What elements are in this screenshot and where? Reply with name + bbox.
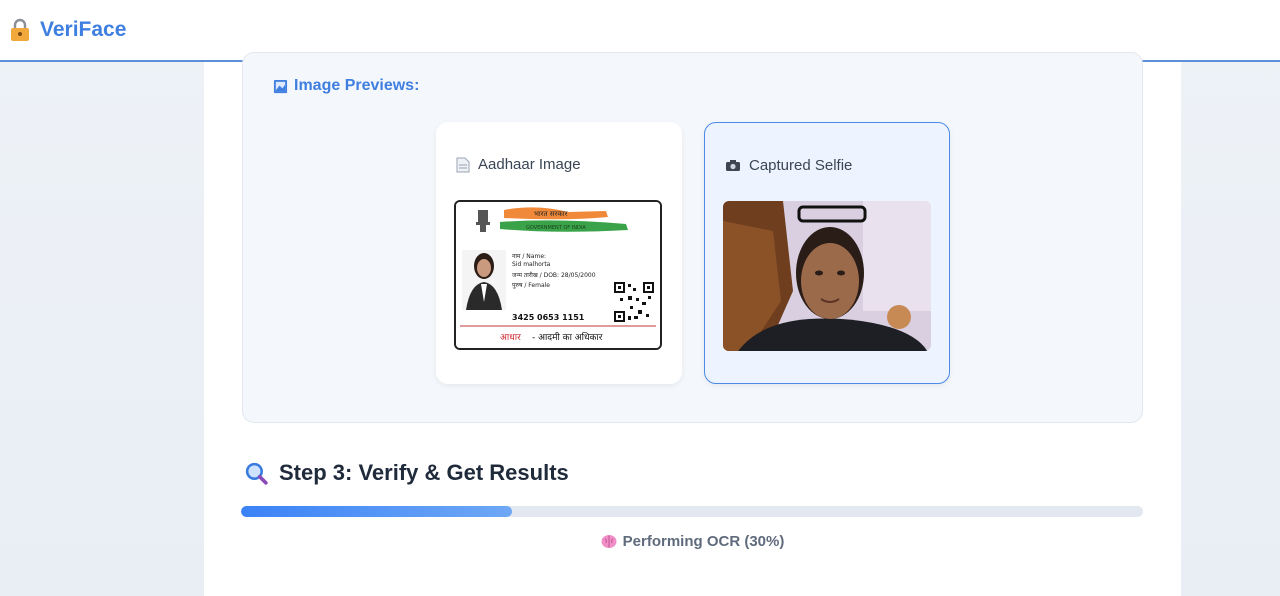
selfie-label: Captured Selfie xyxy=(725,157,852,174)
app-title: VeriFace xyxy=(40,18,127,41)
image-previews-title: Image Previews: xyxy=(294,77,420,94)
aadhaar-gov-line: GOVERNMENT OF INDIA xyxy=(526,225,586,231)
image-previews-heading: Image Previews: xyxy=(273,77,419,95)
selfie-image[interactable] xyxy=(723,201,931,351)
image-previews-panel: Image Previews: Aadhaar Image भारत सरकार… xyxy=(242,52,1143,423)
aadhaar-dob-line: जन्म तारीख / DOB: 28/05/2000 xyxy=(512,271,596,279)
ocr-status-text: Performing OCR (30%) xyxy=(622,533,785,550)
image-icon xyxy=(273,79,288,93)
aadhaar-footer-black: - आदमी का अधिकार xyxy=(532,331,603,343)
main-card: Image Previews: Aadhaar Image भारत सरकार… xyxy=(204,52,1181,596)
aadhaar-footer-red: आधार xyxy=(500,333,521,343)
aadhaar-hindi-header: भारत सरकार xyxy=(534,210,568,218)
document-icon xyxy=(456,157,470,172)
selfie-label-text: Captured Selfie xyxy=(749,157,853,174)
ocr-progress-fill xyxy=(241,506,512,517)
aadhaar-photo xyxy=(462,250,506,310)
aadhaar-card-image[interactable]: भारत सरकार GOVERNMENT OF INDIA नाम / Nam… xyxy=(454,200,662,350)
aadhaar-name-value: Sid malhorta xyxy=(512,261,551,268)
step3-title: Step 3: Verify & Get Results xyxy=(279,460,569,485)
aadhaar-preview-card: Aadhaar Image भारत सरकार GOVERNMENT OF I… xyxy=(436,122,682,384)
step3-heading: Step 3: Verify & Get Results xyxy=(244,460,569,486)
ocr-status: Performing OCR (30%) xyxy=(204,533,1181,550)
aadhaar-label: Aadhaar Image xyxy=(456,156,581,173)
magnifier-icon xyxy=(245,462,268,485)
lock-icon xyxy=(11,18,29,41)
aadhaar-gender-line: पुरुष / Female xyxy=(512,282,550,289)
ocr-progress-bar xyxy=(241,506,1143,517)
aadhaar-name-label: नाम / Name: xyxy=(512,253,546,260)
selfie-preview-card: Captured Selfie xyxy=(704,122,950,384)
qr-code xyxy=(614,282,654,322)
brain-icon xyxy=(601,535,617,548)
camera-icon xyxy=(726,160,740,171)
aadhaar-number: 3425 0653 1151 xyxy=(512,313,585,322)
brand[interactable]: VeriFace xyxy=(8,18,126,42)
aadhaar-label-text: Aadhaar Image xyxy=(478,156,581,173)
